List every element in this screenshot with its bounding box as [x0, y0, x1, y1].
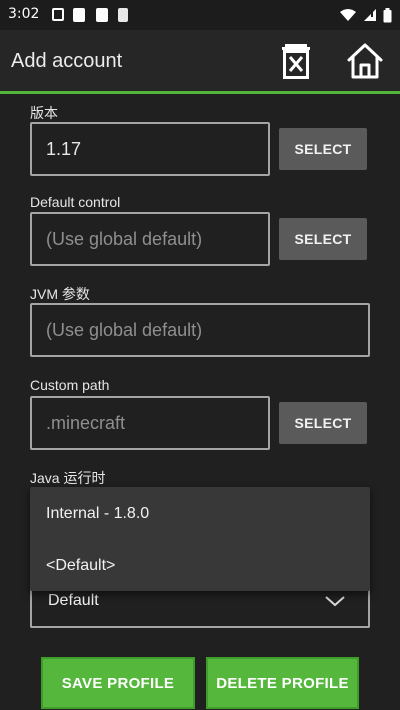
notification-icon-a: [52, 8, 64, 21]
home-icon: [347, 43, 383, 79]
delete-profile-button[interactable]: DELETE PROFILE: [206, 657, 359, 709]
trash-x-icon: [282, 44, 310, 79]
java-runtime-selected: Default: [48, 592, 99, 609]
delete-button[interactable]: [275, 40, 317, 82]
jvm-args-field[interactable]: (Use global default): [30, 303, 370, 357]
version-label: 版本: [30, 105, 58, 121]
status-icons: [339, 6, 392, 24]
notification-icon: [96, 8, 108, 22]
page-title: Add account: [11, 50, 123, 72]
status-time: 3:02: [8, 6, 40, 22]
default-control-select-button[interactable]: SELECT: [279, 218, 367, 260]
default-control-placeholder: (Use global default): [46, 229, 203, 249]
notification-icon: [73, 8, 85, 22]
dropdown-option-internal[interactable]: Internal - 1.8.0: [46, 505, 149, 523]
version-field[interactable]: 1.17: [30, 122, 270, 176]
wifi-icon: [340, 9, 356, 21]
custom-path-label: Custom path: [30, 377, 110, 393]
battery-icon: [383, 7, 392, 22]
java-runtime-label: Java 运行时: [30, 470, 106, 486]
dropdown-option-default[interactable]: <Default>: [46, 557, 115, 575]
jvm-args-placeholder: (Use global default): [46, 320, 203, 340]
version-select-button[interactable]: SELECT: [279, 128, 367, 170]
save-profile-button[interactable]: SAVE PROFILE: [41, 657, 195, 709]
default-control-field[interactable]: (Use global default): [30, 212, 270, 266]
status-bar: 3:02: [0, 0, 400, 30]
default-control-label: Default control: [30, 194, 121, 210]
jvm-args-label: JVM 参数: [30, 286, 90, 302]
app-bar: Add account: [0, 30, 400, 94]
custom-path-placeholder: .minecraft: [46, 413, 126, 433]
home-button[interactable]: [344, 40, 386, 82]
version-value: 1.17: [46, 139, 82, 159]
notification-icon: [118, 8, 128, 22]
chevron-down-icon: [325, 596, 345, 607]
java-runtime-dropdown: Internal - 1.8.0 <Default>: [30, 487, 370, 591]
custom-path-select-button[interactable]: SELECT: [279, 402, 367, 444]
custom-path-field[interactable]: .minecraft: [30, 396, 270, 450]
signal-icon: [364, 9, 376, 21]
